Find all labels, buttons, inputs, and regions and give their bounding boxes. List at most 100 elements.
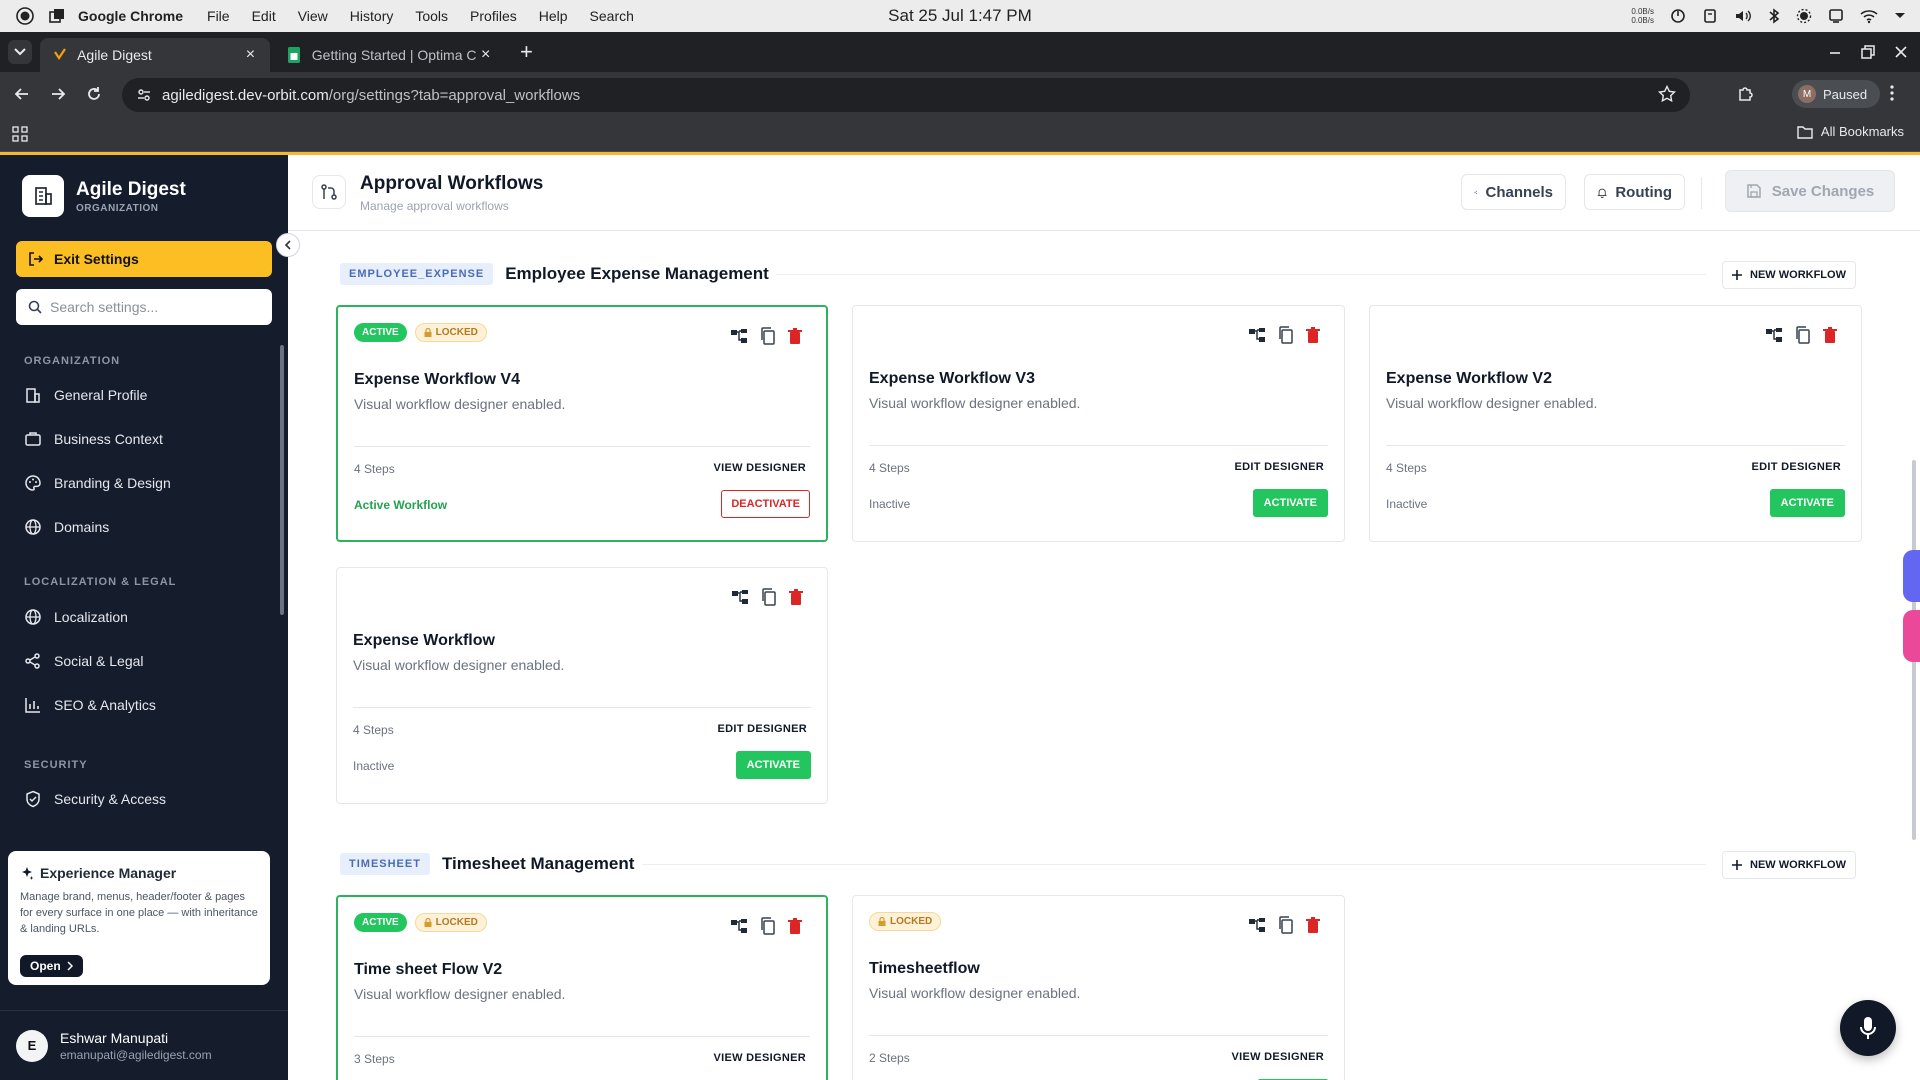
deactivate-button[interactable]: DEACTIVATE <box>721 490 810 518</box>
palette-icon <box>25 475 41 491</box>
all-bookmarks-button[interactable]: All Bookmarks <box>1797 124 1904 139</box>
voice-assistant-button[interactable] <box>1840 1000 1896 1056</box>
sidebar-item-business-context[interactable]: Business Context <box>24 427 163 451</box>
workflow-designer-icon[interactable] <box>1248 917 1266 933</box>
profile-button[interactable]: M Paused <box>1792 80 1880 108</box>
new-tab-plus-icon[interactable]: + <box>520 41 533 63</box>
delete-trash-icon[interactable] <box>789 589 803 605</box>
new-workflow-button[interactable]: NEW WORKFLOW <box>1722 261 1856 289</box>
os-menu-search[interactable]: Search <box>590 8 634 24</box>
close-tab-icon[interactable]: × <box>478 46 493 63</box>
browser-tab-getting-started[interactable]: Getting Started | Optima C × <box>275 38 505 72</box>
bookmark-star-icon[interactable] <box>1658 85 1676 103</box>
side-widget-tab-purple[interactable] <box>1903 550 1920 602</box>
workflow-designer-icon[interactable] <box>730 328 748 344</box>
current-user[interactable]: E Eshwar Manupati emanupati@agiledigest.… <box>0 1010 288 1080</box>
exit-settings-button[interactable]: Exit Settings <box>16 241 272 277</box>
wifi-icon[interactable] <box>1860 8 1878 24</box>
duplicate-icon[interactable] <box>1278 916 1294 934</box>
view-designer-link[interactable]: VIEW DESIGNER <box>1231 1051 1324 1063</box>
section-badge: EMPLOYEE_EXPENSE <box>340 263 494 285</box>
delete-trash-icon[interactable] <box>1306 917 1320 933</box>
os-menu-file[interactable]: File <box>207 8 230 24</box>
volume-icon[interactable] <box>1734 8 1752 24</box>
address-bar[interactable]: agiledigest.dev-orbit.com/org/settings?t… <box>122 78 1690 112</box>
sidebar-item-seo-analytics[interactable]: SEO & Analytics <box>24 693 156 717</box>
os-menu-history[interactable]: History <box>350 8 394 24</box>
share-icon <box>25 653 40 669</box>
system-menu-icon[interactable] <box>14 5 36 27</box>
browser-tab-agile-digest[interactable]: Agile Digest × <box>40 38 270 72</box>
org-name: Agile Digest <box>76 178 186 200</box>
back-arrow-icon[interactable] <box>10 82 34 106</box>
delete-trash-icon[interactable] <box>1823 327 1837 343</box>
extensions-puzzle-icon[interactable] <box>1737 84 1755 102</box>
minimize-window-icon[interactable] <box>1829 42 1841 62</box>
os-menu-tools[interactable]: Tools <box>415 8 448 24</box>
user-avatar: E <box>16 1029 48 1062</box>
bar-chart-icon <box>25 698 40 713</box>
sheets-favicon-icon <box>287 47 302 63</box>
activate-button[interactable]: ACTIVATE <box>1252 489 1328 517</box>
routing-button[interactable]: Routing <box>1584 174 1685 210</box>
delete-trash-icon[interactable] <box>788 918 802 934</box>
save-changes-button[interactable]: Save Changes <box>1725 170 1895 212</box>
workflow-designer-icon[interactable] <box>731 589 749 605</box>
bluetooth-icon[interactable] <box>1768 8 1780 24</box>
os-menu-edit[interactable]: Edit <box>252 8 276 24</box>
workflow-description: Visual workflow designer enabled. <box>1386 395 1598 411</box>
sidebar-item-localization[interactable]: Localization <box>24 605 128 629</box>
restore-window-icon[interactable] <box>1861 42 1875 62</box>
channels-button[interactable]: Channels <box>1461 174 1566 210</box>
new-workflow-button[interactable]: NEW WORKFLOW <box>1722 851 1856 879</box>
locked-label: LOCKED <box>435 327 478 338</box>
delete-trash-icon[interactable] <box>788 328 802 344</box>
close-tab-icon[interactable]: × <box>243 46 258 63</box>
sidebar-scrollbar[interactable] <box>280 345 284 615</box>
workflow-designer-icon[interactable] <box>730 918 748 934</box>
side-widget-tab-pink[interactable] <box>1903 610 1920 662</box>
window-switcher-icon[interactable] <box>46 5 68 27</box>
power-icon[interactable] <box>1670 8 1686 24</box>
clipboard-icon[interactable] <box>1702 8 1718 24</box>
os-menu-profiles[interactable]: Profiles <box>470 8 517 24</box>
sidebar-item-social-legal[interactable]: Social & Legal <box>24 649 144 673</box>
sidebar-item-branding-design[interactable]: Branding & Design <box>24 471 171 495</box>
display-icon[interactable] <box>1828 8 1844 24</box>
reload-icon[interactable] <box>82 82 106 106</box>
duplicate-icon[interactable] <box>761 588 777 606</box>
activate-button[interactable]: ACTIVATE <box>735 751 811 779</box>
sidebar-item-domains[interactable]: Domains <box>24 515 109 539</box>
close-window-icon[interactable] <box>1895 42 1907 62</box>
sidebar-item-security-access[interactable]: Security & Access <box>24 787 166 811</box>
edit-designer-link[interactable]: EDIT DESIGNER <box>1752 461 1841 473</box>
workflow-designer-icon[interactable] <box>1765 327 1783 343</box>
edit-designer-link[interactable]: EDIT DESIGNER <box>1235 461 1324 473</box>
workflow-designer-icon[interactable] <box>1248 327 1266 343</box>
brightness-icon[interactable] <box>1796 8 1812 24</box>
site-settings-icon[interactable] <box>132 83 156 107</box>
os-menu-view[interactable]: View <box>298 8 328 24</box>
duplicate-icon[interactable] <box>1795 326 1811 344</box>
tab-search-button[interactable] <box>8 40 32 64</box>
experience-manager-open-button[interactable]: Open <box>20 955 83 977</box>
duplicate-icon[interactable] <box>760 917 776 935</box>
view-designer-link[interactable]: VIEW DESIGNER <box>713 462 806 474</box>
duplicate-icon[interactable] <box>760 327 776 345</box>
os-menu-help[interactable]: Help <box>539 8 568 24</box>
sidebar-item-general-profile[interactable]: General Profile <box>24 383 147 407</box>
lock-icon <box>424 918 432 927</box>
settings-search-input[interactable] <box>50 299 250 315</box>
settings-search-box[interactable] <box>16 289 272 325</box>
delete-trash-icon[interactable] <box>1306 327 1320 343</box>
view-designer-link[interactable]: VIEW DESIGNER <box>713 1052 806 1064</box>
workflow-name: Timesheetflow <box>869 960 980 977</box>
activate-button[interactable]: ACTIVATE <box>1769 489 1845 517</box>
collapse-sidebar-button[interactable] <box>276 233 300 257</box>
browser-menu-kebab-icon[interactable] <box>1890 84 1894 102</box>
duplicate-icon[interactable] <box>1278 326 1294 344</box>
system-dropdown-icon[interactable] <box>1894 12 1906 20</box>
apps-grid-icon[interactable] <box>12 126 28 142</box>
edit-designer-link[interactable]: EDIT DESIGNER <box>718 723 807 735</box>
forward-arrow-icon[interactable] <box>46 82 70 106</box>
